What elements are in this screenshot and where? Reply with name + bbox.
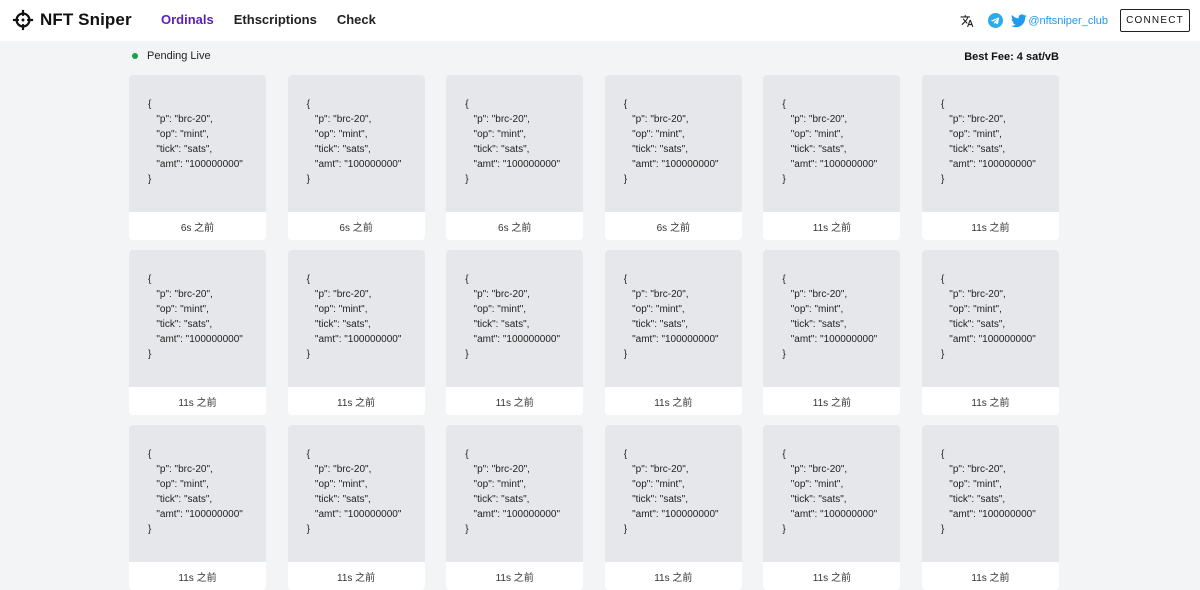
- inscription-card-body: { "p": "brc-20", "op": "mint", "tick": "…: [446, 250, 584, 387]
- brand-logo-link[interactable]: NFT Sniper: [12, 9, 132, 31]
- inscription-card-body: { "p": "brc-20", "op": "mint", "tick": "…: [604, 425, 742, 562]
- inscription-json-content: { "p": "brc-20", "op": "mint", "tick": "…: [623, 274, 719, 360]
- inscription-time-ago: 11s 之前: [337, 397, 376, 409]
- inscription-json-content: { "p": "brc-20", "op": "mint", "tick": "…: [782, 274, 878, 360]
- inscription-json-content: { "p": "brc-20", "op": "mint", "tick": "…: [148, 99, 243, 185]
- inscription-time-ago: 11s 之前: [971, 222, 1010, 234]
- inscription-grid: { "p": "brc-20", "op": "mint", "tick": "…: [129, 75, 1061, 590]
- inscription-card[interactable]: { "p": "brc-20", "op": "mint", "tick": "…: [604, 250, 742, 415]
- inscription-card[interactable]: { "p": "brc-20", "op": "mint", "tick": "…: [604, 75, 742, 240]
- inscription-card-body: { "p": "brc-20", "op": "mint", "tick": "…: [604, 75, 742, 212]
- status-bar: Pending Live Best Fee: 4 sat/vB: [129, 50, 1059, 66]
- connect-wallet-button[interactable]: CONNECT: [1120, 9, 1190, 32]
- inscription-card-body: { "p": "brc-20", "op": "mint", "tick": "…: [921, 250, 1059, 387]
- inscription-card-body: { "p": "brc-20", "op": "mint", "tick": "…: [129, 425, 266, 562]
- inscription-card[interactable]: { "p": "brc-20", "op": "mint", "tick": "…: [287, 250, 425, 415]
- live-status: Pending Live: [129, 50, 211, 62]
- inscription-time-ago: 11s 之前: [178, 397, 217, 409]
- inscription-card-body: { "p": "brc-20", "op": "mint", "tick": "…: [921, 75, 1059, 212]
- inscription-json-content: { "p": "brc-20", "op": "mint", "tick": "…: [306, 449, 402, 535]
- translate-icon[interactable]: [960, 14, 974, 28]
- inscription-card-body: { "p": "brc-20", "op": "mint", "tick": "…: [763, 75, 901, 212]
- inscription-time-ago: 6s 之前: [180, 222, 215, 234]
- twitter-handle: @nftsniper_club: [1028, 14, 1108, 27]
- inscription-json-content: { "p": "brc-20", "op": "mint", "tick": "…: [306, 274, 402, 360]
- inscription-card[interactable]: { "p": "brc-20", "op": "mint", "tick": "…: [129, 250, 266, 415]
- twitter-link[interactable]: @nftsniper_club: [1011, 13, 1108, 28]
- inscription-card[interactable]: { "p": "brc-20", "op": "mint", "tick": "…: [921, 250, 1059, 415]
- inscription-json-content: { "p": "brc-20", "op": "mint", "tick": "…: [465, 99, 561, 185]
- inscription-json-content: { "p": "brc-20", "op": "mint", "tick": "…: [940, 449, 1036, 535]
- inscription-time-ago: 6s 之前: [339, 222, 373, 234]
- inscription-time-ago: 6s 之前: [656, 222, 690, 234]
- top-navbar: NFT Sniper Ordinals Ethscriptions Check …: [0, 0, 1200, 41]
- inscription-card[interactable]: { "p": "brc-20", "op": "mint", "tick": "…: [287, 425, 425, 590]
- inscription-time-ago: 11s 之前: [495, 572, 534, 584]
- crosshair-icon: [12, 9, 34, 31]
- inscription-card[interactable]: { "p": "brc-20", "op": "mint", "tick": "…: [287, 75, 425, 240]
- inscription-card-body: { "p": "brc-20", "op": "mint", "tick": "…: [604, 250, 742, 387]
- inscription-time-ago: 11s 之前: [654, 397, 693, 409]
- inscription-json-content: { "p": "brc-20", "op": "mint", "tick": "…: [782, 99, 878, 185]
- inscription-card-body: { "p": "brc-20", "op": "mint", "tick": "…: [287, 250, 425, 387]
- inscription-card[interactable]: { "p": "brc-20", "op": "mint", "tick": "…: [604, 425, 742, 590]
- telegram-icon[interactable]: [988, 13, 1004, 28]
- live-status-label: Pending Live: [147, 50, 211, 62]
- inscription-card[interactable]: { "p": "brc-20", "op": "mint", "tick": "…: [129, 75, 266, 240]
- inscription-json-content: { "p": "brc-20", "op": "mint", "tick": "…: [940, 274, 1036, 360]
- inscription-card-body: { "p": "brc-20", "op": "mint", "tick": "…: [921, 425, 1059, 562]
- inscription-card[interactable]: { "p": "brc-20", "op": "mint", "tick": "…: [763, 425, 901, 590]
- inscription-card-body: { "p": "brc-20", "op": "mint", "tick": "…: [287, 425, 425, 562]
- inscription-json-content: { "p": "brc-20", "op": "mint", "tick": "…: [623, 449, 719, 535]
- inscription-card[interactable]: { "p": "brc-20", "op": "mint", "tick": "…: [446, 75, 584, 240]
- inscription-json-content: { "p": "brc-20", "op": "mint", "tick": "…: [465, 449, 561, 535]
- inscription-json-content: { "p": "brc-20", "op": "mint", "tick": "…: [465, 274, 561, 360]
- inscription-card-body: { "p": "brc-20", "op": "mint", "tick": "…: [763, 425, 901, 562]
- nav-ordinals[interactable]: Ordinals: [161, 12, 214, 27]
- nav-ethscriptions[interactable]: Ethscriptions: [234, 12, 317, 27]
- inscription-card-body: { "p": "brc-20", "op": "mint", "tick": "…: [287, 75, 425, 212]
- inscription-card[interactable]: { "p": "brc-20", "op": "mint", "tick": "…: [129, 425, 266, 590]
- inscription-json-content: { "p": "brc-20", "op": "mint", "tick": "…: [940, 99, 1036, 185]
- inscription-card[interactable]: { "p": "brc-20", "op": "mint", "tick": "…: [446, 250, 584, 415]
- inscription-card[interactable]: { "p": "brc-20", "op": "mint", "tick": "…: [446, 425, 584, 590]
- inscription-time-ago: 11s 之前: [654, 572, 693, 584]
- nav-check[interactable]: Check: [337, 12, 376, 27]
- header-actions: @nftsniper_club CONNECT: [960, 0, 1200, 41]
- inscription-card-body: { "p": "brc-20", "op": "mint", "tick": "…: [129, 250, 266, 387]
- inscription-card-body: { "p": "brc-20", "op": "mint", "tick": "…: [446, 75, 584, 212]
- inscription-card-body: { "p": "brc-20", "op": "mint", "tick": "…: [763, 250, 901, 387]
- inscription-time-ago: 11s 之前: [812, 222, 851, 234]
- inscription-card-body: { "p": "brc-20", "op": "mint", "tick": "…: [446, 425, 584, 562]
- inscription-card[interactable]: { "p": "brc-20", "op": "mint", "tick": "…: [763, 75, 901, 240]
- inscription-time-ago: 6s 之前: [498, 222, 532, 234]
- inscription-time-ago: 11s 之前: [971, 397, 1010, 409]
- inscription-card-body: { "p": "brc-20", "op": "mint", "tick": "…: [129, 75, 266, 212]
- inscription-time-ago: 11s 之前: [812, 397, 851, 409]
- inscription-time-ago: 11s 之前: [178, 572, 217, 584]
- inscription-card[interactable]: { "p": "brc-20", "op": "mint", "tick": "…: [763, 250, 901, 415]
- brand-name: NFT Sniper: [40, 10, 132, 29]
- inscription-json-content: { "p": "brc-20", "op": "mint", "tick": "…: [782, 449, 878, 535]
- live-status-dot: [132, 53, 138, 59]
- inscription-json-content: { "p": "brc-20", "op": "mint", "tick": "…: [623, 99, 719, 185]
- inscription-time-ago: 11s 之前: [495, 397, 534, 409]
- best-fee-label: Best Fee: 4 sat/vB: [964, 51, 1059, 63]
- inscription-json-content: { "p": "brc-20", "op": "mint", "tick": "…: [148, 274, 243, 360]
- inscription-time-ago: 11s 之前: [812, 572, 851, 584]
- main-nav: Ordinals Ethscriptions Check: [161, 12, 396, 27]
- inscription-json-content: { "p": "brc-20", "op": "mint", "tick": "…: [306, 99, 402, 185]
- inscription-time-ago: 11s 之前: [971, 572, 1010, 584]
- inscription-card[interactable]: { "p": "brc-20", "op": "mint", "tick": "…: [921, 75, 1059, 240]
- twitter-icon: [1011, 13, 1028, 27]
- inscription-json-content: { "p": "brc-20", "op": "mint", "tick": "…: [148, 449, 243, 535]
- inscription-card[interactable]: { "p": "brc-20", "op": "mint", "tick": "…: [921, 425, 1059, 590]
- inscription-time-ago: 11s 之前: [337, 572, 376, 584]
